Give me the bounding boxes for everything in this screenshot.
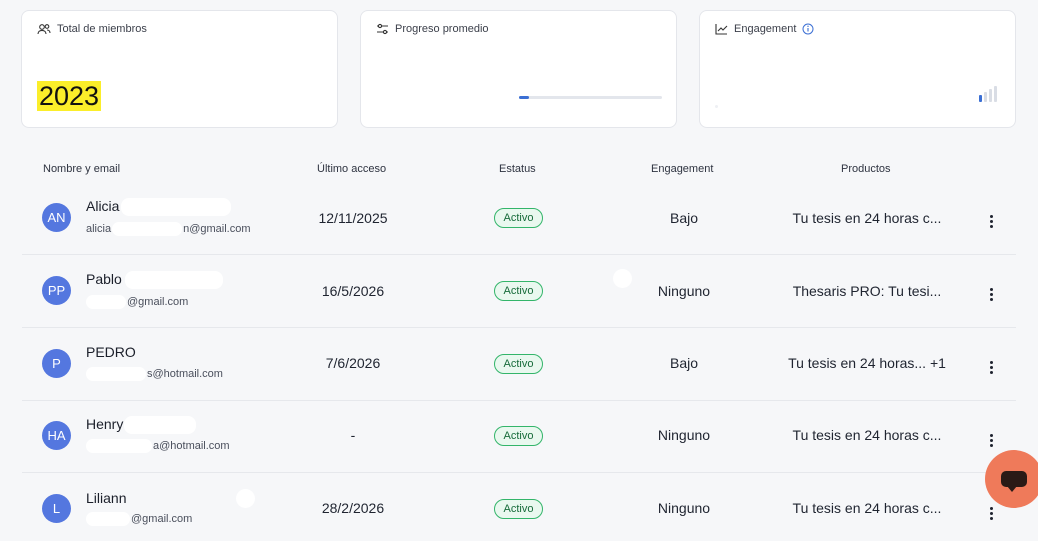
redaction (124, 271, 223, 290)
avg-progress-bar (519, 96, 662, 99)
chat-support-button[interactable] (985, 450, 1038, 508)
redaction (124, 416, 197, 435)
last-access: 7/6/2026 (325, 355, 381, 371)
member-name: Alicia (86, 198, 232, 217)
last-access: 28/2/2026 (321, 500, 385, 516)
products-value[interactable]: Thesaris PRO: Tu tesi... (782, 283, 952, 299)
avatar: PP (42, 276, 71, 305)
table-row[interactable]: P PEDRO s@hotmail.com 7/6/2026 Activo Ba… (22, 328, 1016, 401)
member-name: Henry (86, 416, 197, 435)
last-access: 12/11/2025 (318, 210, 388, 226)
engagement-placeholder-dot (715, 105, 718, 108)
redaction (121, 198, 232, 217)
member-email: s@hotmail.com (86, 367, 223, 381)
engagement-value: Bajo (669, 355, 699, 371)
trend-chart-icon (715, 24, 728, 35)
signal-bar (979, 95, 982, 102)
more-options-icon[interactable] (984, 504, 998, 522)
status-badge: Activo (494, 208, 543, 228)
engagement-card: Engagement (699, 10, 1016, 128)
decorative-dot (236, 489, 255, 508)
engagement-signal-bars (979, 86, 997, 102)
sliders-icon (377, 23, 388, 35)
total-members-label: Total de miembros (57, 23, 147, 35)
avatar: AN (42, 203, 71, 232)
more-options-icon[interactable] (984, 285, 998, 303)
products-value[interactable]: Tu tesis en 24 horas c... (782, 500, 952, 516)
member-name: PEDRO (86, 344, 136, 360)
status-badge: Activo (494, 499, 543, 519)
engagement-label: Engagement (734, 23, 797, 35)
more-options-icon[interactable] (984, 431, 998, 449)
redaction (112, 222, 183, 236)
redaction (86, 512, 130, 526)
more-options-icon[interactable] (984, 358, 998, 376)
member-email: @gmail.com (86, 295, 188, 309)
table-row[interactable]: AN Alicia alicia n@gmail.com 12/11/2025 A… (22, 182, 1016, 255)
member-email: @gmail.com (86, 512, 192, 526)
avatar: HA (42, 421, 71, 450)
status-badge: Activo (494, 426, 543, 446)
status-badge: Activo (494, 281, 543, 301)
signal-bar (994, 86, 997, 102)
engagement-value: Ninguno (657, 283, 711, 299)
avg-progress-label: Progreso promedio (395, 23, 489, 35)
users-icon (37, 24, 51, 35)
member-name: Pablo (86, 271, 223, 290)
more-options-icon[interactable] (984, 212, 998, 230)
table-header: Nombre y email Último acceso Estatus Eng… (22, 160, 1016, 178)
header-status: Estatus (499, 163, 536, 175)
decorative-dot (613, 269, 632, 288)
table-row[interactable]: PP Pablo @gmail.com 16/5/2026 Activo Nin… (22, 255, 1016, 328)
member-email: a@hotmail.com (86, 439, 230, 453)
products-value[interactable]: Tu tesis en 24 horas c... (782, 427, 952, 443)
header-name: Nombre y email (43, 163, 121, 175)
redaction (86, 367, 146, 381)
products-value[interactable]: Tu tesis en 24 horas c... (782, 210, 952, 226)
member-email: alicia n@gmail.com (86, 222, 251, 236)
chat-bubble-icon (1001, 471, 1027, 492)
member-name: Liliann (86, 490, 127, 506)
last-access: 16/5/2026 (321, 283, 385, 299)
signal-bar (989, 89, 992, 102)
signal-bar (984, 92, 987, 102)
redaction (86, 439, 152, 453)
products-value[interactable]: Tu tesis en 24 horas... +1 (782, 355, 952, 371)
table-row[interactable]: HA Henry a@hotmail.com - Activo Ninguno … (22, 400, 1016, 473)
avatar: L (42, 494, 71, 523)
header-last-access: Último acceso (317, 163, 387, 175)
total-members-value: 2023 (37, 81, 102, 111)
header-engagement: Engagement (651, 163, 714, 175)
table-row[interactable]: L Liliann @gmail.com 28/2/2026 Activo Ni… (22, 473, 1016, 541)
avg-progress-card: Progreso promedio (360, 10, 677, 128)
avg-progress-fill (519, 96, 529, 99)
total-members-card: Total de miembros 2023 (21, 10, 338, 128)
info-icon[interactable] (802, 23, 814, 35)
last-access: - (350, 427, 356, 443)
status-badge: Activo (494, 354, 543, 374)
engagement-value: Ninguno (657, 500, 711, 516)
header-products: Productos (841, 163, 891, 175)
redaction (86, 295, 126, 309)
engagement-value: Bajo (669, 210, 699, 226)
engagement-value: Ninguno (657, 427, 711, 443)
avatar: P (42, 349, 71, 378)
